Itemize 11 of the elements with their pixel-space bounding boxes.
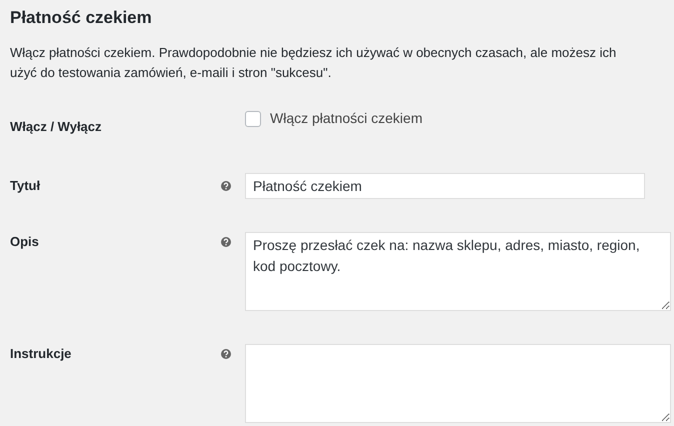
text-field[interactable]: Płatność czekiem (245, 173, 645, 199)
text-area[interactable]: Proszę przesłać czek na: nazwa sklepu, adres, miasto, region, kod pocztowy. (245, 232, 671, 311)
field-label: Tytuł (10, 177, 42, 195)
text-area[interactable] (245, 344, 671, 423)
field-label: Opis (10, 233, 40, 251)
field-label: Instrukcje (10, 345, 72, 363)
section-title: Płatność czekiem (10, 7, 153, 29)
field-label: Włącz / Wyłącz (10, 118, 103, 136)
checkbox-label: Włącz płatności czekiem (270, 109, 422, 128)
checkbox[interactable] (245, 110, 261, 126)
section-description: Włącz płatności czekiem. Prawdopodobnie nie będziesz ich używać w obecnych czasach, ale możesz ich użyć do testowania zamówień, e-maili i stron "sukcesu". (10, 44, 618, 82)
